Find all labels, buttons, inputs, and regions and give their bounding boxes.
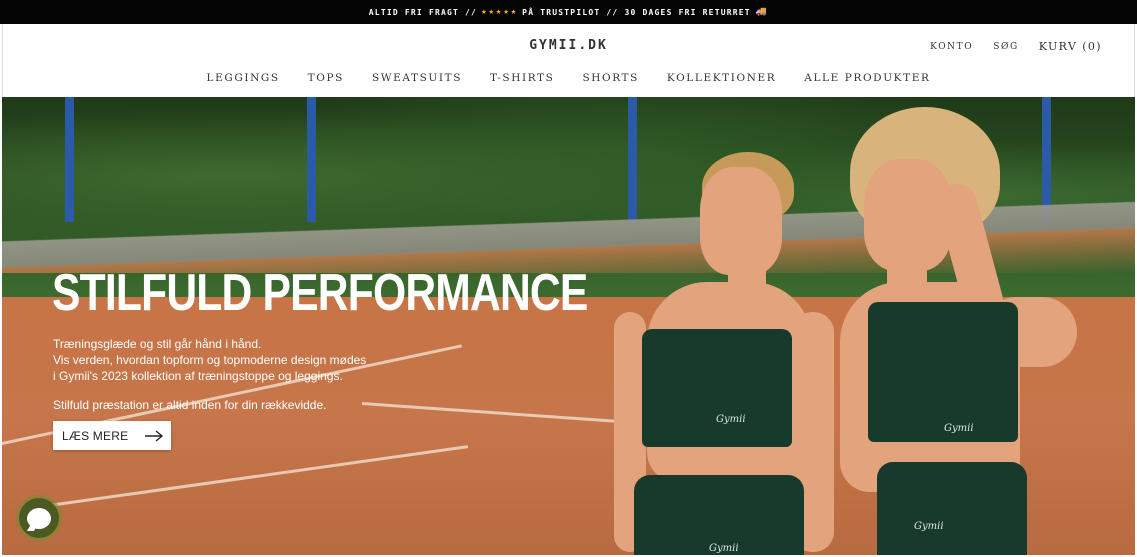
chat-bubble-icon <box>27 507 51 529</box>
chat-widget-button[interactable] <box>19 498 59 538</box>
nav-item-kollektioner[interactable]: KOLLEKTIONER <box>667 72 776 84</box>
read-more-label: LÆS MERE <box>62 428 129 443</box>
main-navigation: LEGGINGS TOPS SWEATSUITS T-SHIRTS SHORTS… <box>3 72 1134 84</box>
nav-item-t-shirts[interactable]: T-SHIRTS <box>490 72 554 84</box>
nav-item-shorts[interactable]: SHORTS <box>582 72 638 84</box>
hero-subtitle-line: Vis verden, hvordan topform og topmodern… <box>53 353 367 367</box>
trustpilot-stars-icon: ★★★★★ <box>481 7 519 17</box>
announcement-right: PÅ TRUSTPILOT // 30 DAGES FRI RETURRET <box>522 7 751 17</box>
nav-item-sweatsuits[interactable]: SWEATSUITS <box>372 72 462 84</box>
hero-subtitle: Træningsglæde og stil går hånd i hånd. V… <box>53 336 366 384</box>
hero-tagline: Stilfuld præstation er altid inden for d… <box>53 398 327 412</box>
announcement-left: ALTID FRI FRAGT // <box>368 7 478 17</box>
site-header: GYMII.DK KONTO SØG KURV (0) LEGGINGS TOP… <box>2 24 1135 97</box>
hero-banner[interactable]: Gymii Gymii Gymii Gymii STILFULD PERFORM… <box>2 97 1135 555</box>
header-utilities: KONTO SØG KURV (0) <box>930 40 1102 53</box>
read-more-button[interactable]: LÆS MERE <box>53 421 171 450</box>
court-line <box>41 445 469 508</box>
truck-icon: 🚚 <box>755 7 769 17</box>
arrow-right-icon <box>145 429 164 442</box>
hero-subtitle-line: Træningsglæde og stil går hånd i hånd. <box>53 337 262 351</box>
hero-subtitle-line: i Gymii's 2023 kollektion af træningstop… <box>53 369 343 383</box>
cart-link[interactable]: KURV (0) <box>1039 40 1102 53</box>
nav-item-leggings[interactable]: LEGGINGS <box>207 72 280 84</box>
hero-title: STILFULD PERFORMANCE <box>52 264 588 322</box>
search-link[interactable]: SØG <box>993 42 1019 52</box>
nav-item-alle-produkter[interactable]: ALLE PRODUKTER <box>804 72 930 84</box>
announcement-bar: ALTID FRI FRAGT // ★★★★★ PÅ TRUSTPILOT /… <box>0 0 1137 24</box>
nav-item-tops[interactable]: TOPS <box>308 72 344 84</box>
account-link[interactable]: KONTO <box>930 42 973 52</box>
